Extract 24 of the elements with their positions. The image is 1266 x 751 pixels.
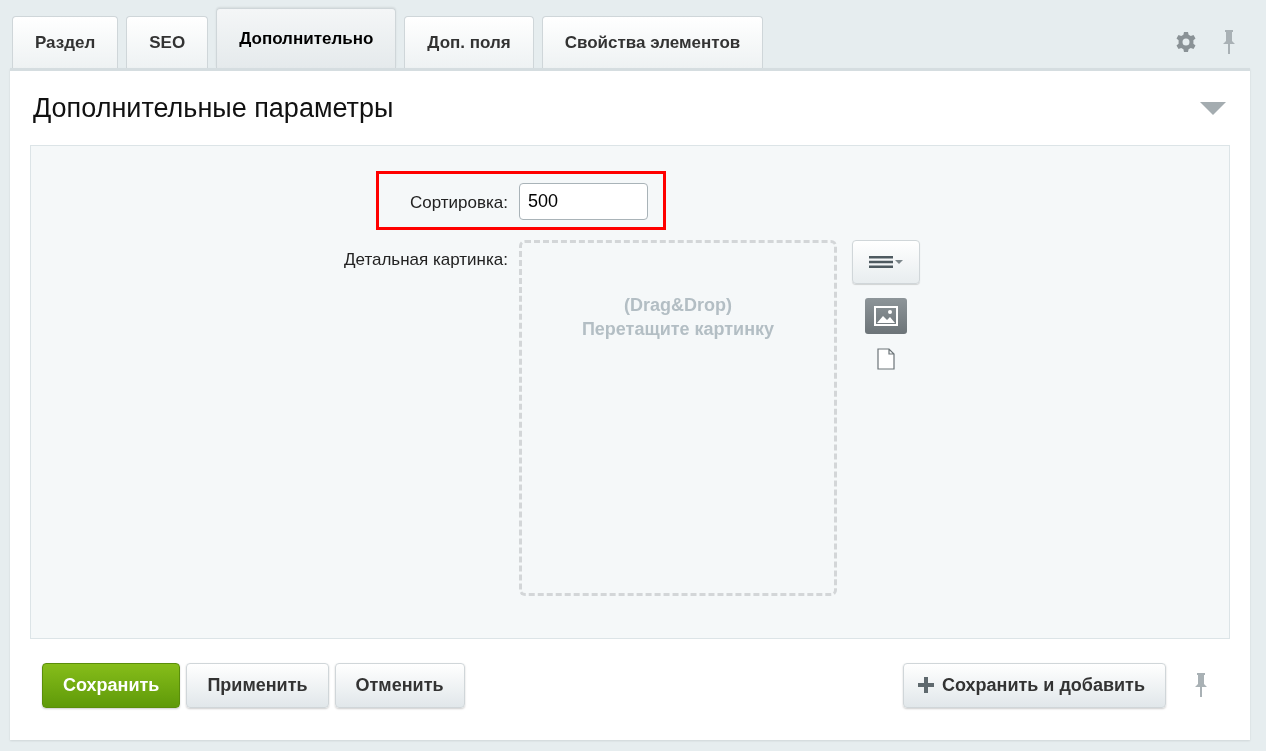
plus-icon: [918, 677, 934, 693]
tab[interactable]: Дополнительно: [216, 8, 397, 68]
tab[interactable]: SEO: [126, 16, 209, 68]
settings-icon[interactable]: [1176, 32, 1196, 52]
save-and-add-button[interactable]: Сохранить и добавить: [903, 662, 1166, 708]
menu-button[interactable]: [852, 240, 920, 284]
input-field[interactable]: 500: [519, 183, 648, 220]
form-button[interactable]: Применить: [186, 662, 329, 708]
image-button[interactable]: [865, 298, 907, 334]
image-icon: [874, 306, 898, 326]
field-label: Сортировка:: [408, 192, 508, 214]
tab[interactable]: Раздел: [12, 16, 119, 68]
drop-hint: (Drag&Drop): [624, 294, 732, 317]
form-button[interactable]: Отменить: [334, 662, 465, 708]
tab[interactable]: Свойства элементов: [541, 16, 764, 68]
drop-text: Перетащите картинку: [581, 318, 775, 341]
collapse-arrow-icon[interactable]: [1200, 101, 1226, 115]
field-label: Детальная картинка:: [343, 249, 508, 271]
tab[interactable]: Доп. поля: [404, 16, 534, 68]
menu-icon: [869, 255, 903, 269]
pin-icon[interactable]: [1222, 29, 1236, 55]
file-icon[interactable]: [877, 348, 895, 370]
pin-icon[interactable]: [1194, 672, 1208, 698]
section-title: Дополнительные параметры: [33, 92, 394, 124]
